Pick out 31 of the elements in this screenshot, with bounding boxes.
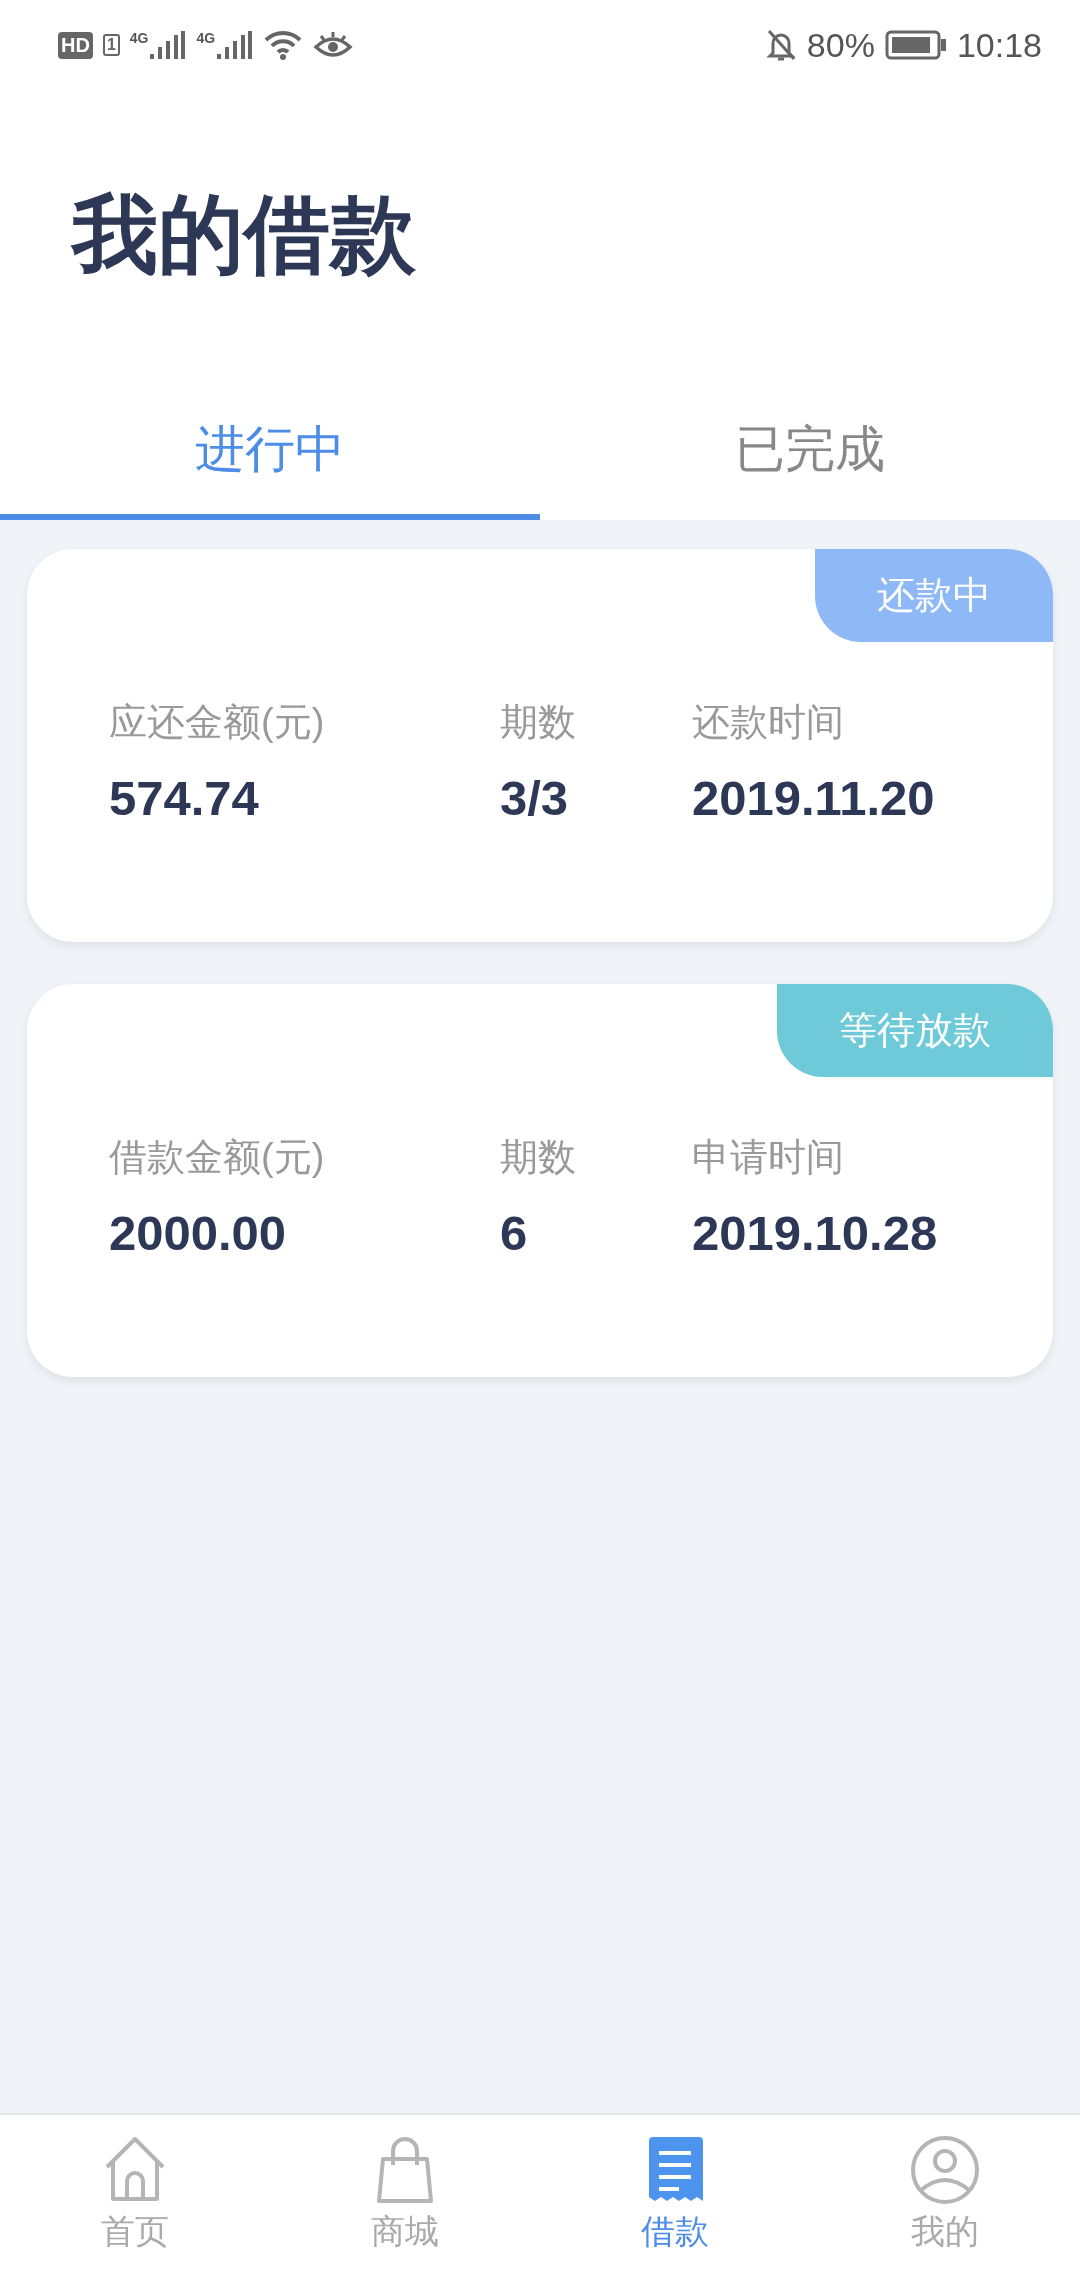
signal-icon xyxy=(215,30,254,60)
hd-icon: HD xyxy=(58,31,93,59)
wifi-icon xyxy=(263,29,304,61)
field-value: 2000.00 xyxy=(109,1205,288,1261)
nav-item[interactable]: 借款 xyxy=(540,2115,810,2280)
nav-item[interactable]: 首页 xyxy=(0,2115,270,2280)
network-label: 4G xyxy=(196,30,216,46)
clock-time: 10:18 xyxy=(956,25,1042,65)
status-badge: 还款中 xyxy=(815,549,1053,642)
field-value: 2019.11.20 xyxy=(692,770,936,826)
field-label: 期数 xyxy=(500,1135,577,1180)
field-value: 3/3 xyxy=(500,770,570,826)
field-label: 应还金额(元) xyxy=(109,700,326,745)
network-label: 4G xyxy=(129,30,149,46)
user-icon xyxy=(910,2135,980,2205)
field-value: 2019.10.28 xyxy=(692,1205,939,1261)
nav-item[interactable]: 商城 xyxy=(270,2115,540,2280)
field-value: 574.74 xyxy=(109,770,260,826)
bell-muted-icon xyxy=(764,28,797,62)
status-badge: 等待放款 xyxy=(777,984,1053,1077)
field-value: 6 xyxy=(500,1205,529,1261)
battery-icon xyxy=(884,30,947,60)
field-label: 借款金额(元) xyxy=(109,1135,326,1180)
battery-percent: 80% xyxy=(806,25,875,65)
field-label: 还款时间 xyxy=(692,700,845,745)
field-label: 期数 xyxy=(500,700,577,745)
field-label: 申请时间 xyxy=(692,1135,845,1180)
sim-icon: 1 xyxy=(102,34,120,56)
signal-icon xyxy=(148,30,187,60)
nav-item[interactable]: 我的 xyxy=(810,2115,1080,2280)
page-title: 我的借款 xyxy=(72,184,416,284)
